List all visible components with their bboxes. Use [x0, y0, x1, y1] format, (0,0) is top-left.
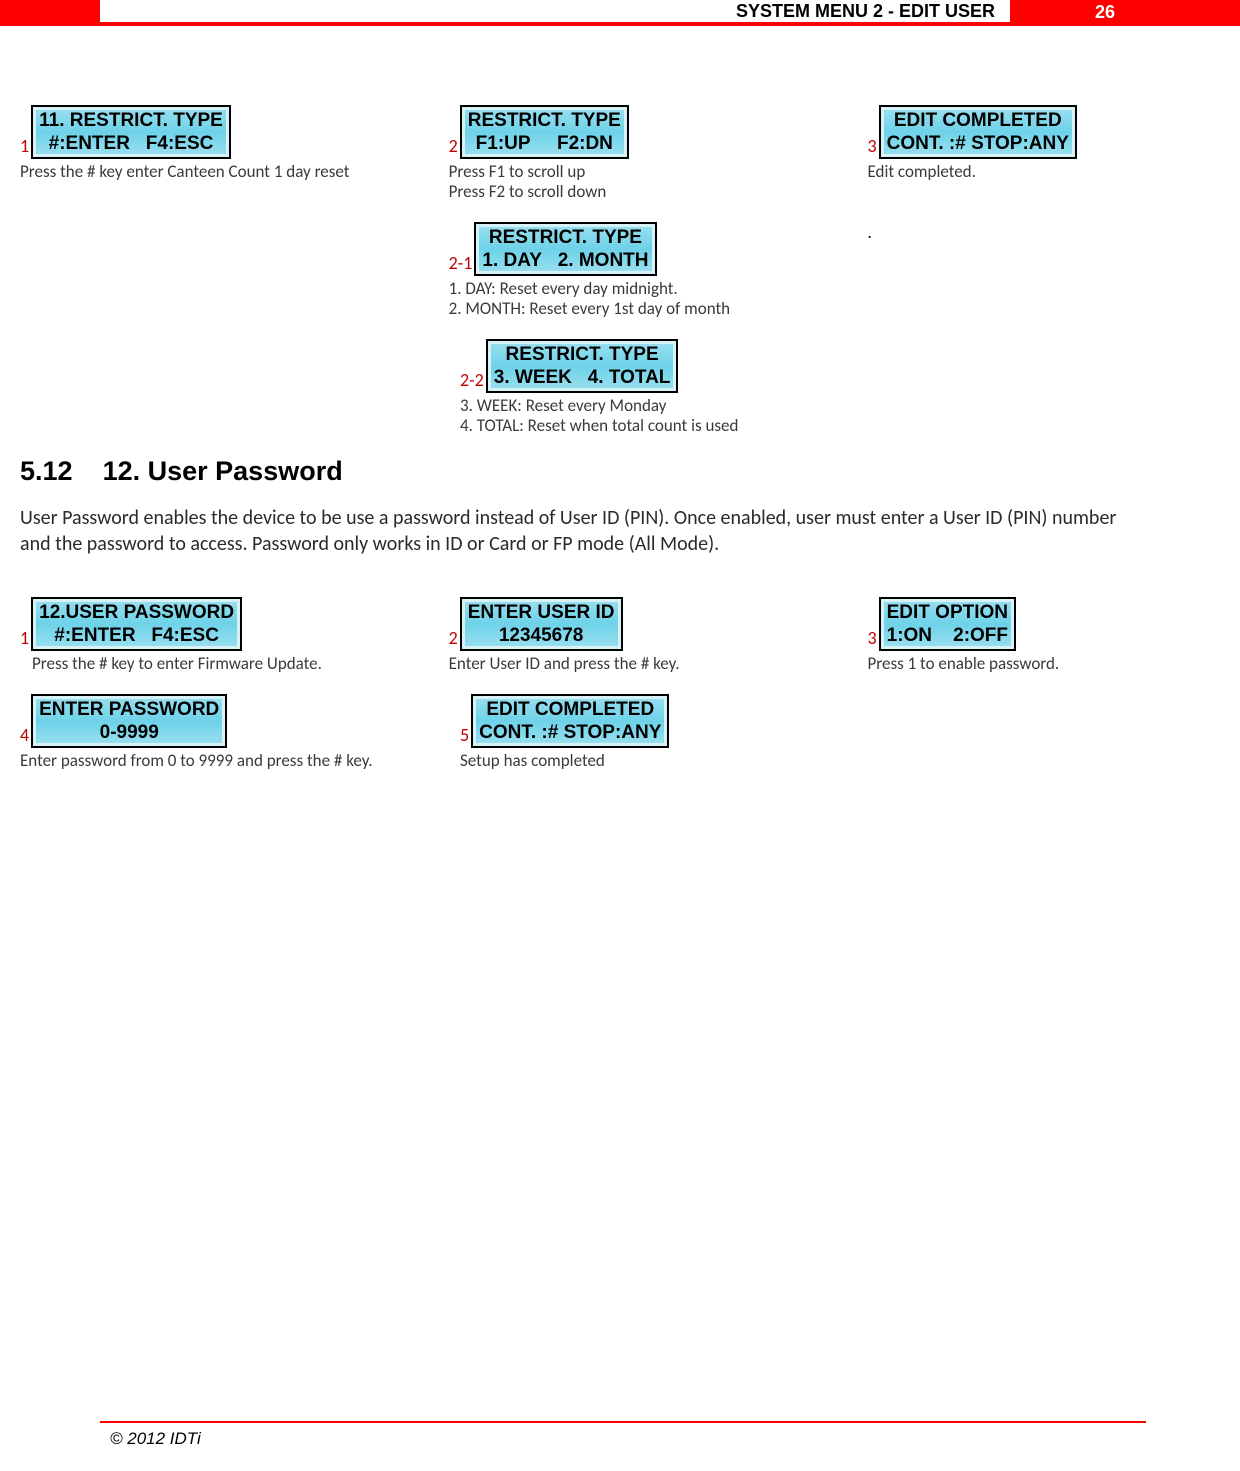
lcd-line: #:ENTER F4:ESC [39, 624, 234, 647]
caption: Enter User ID and press the # key. [449, 654, 868, 674]
caption-line: 4. TOTAL: Reset when total count is used [460, 415, 738, 436]
lcd-line: EDIT OPTION [887, 601, 1008, 624]
caption-line: Press F2 to scroll down [449, 181, 607, 202]
caption: Press 1 to enable password. [868, 654, 1151, 674]
lcd-line: ENTER USER ID [468, 601, 615, 624]
footer-copyright: © 2012 IDTi [110, 1429, 201, 1449]
page-number: 26 [1070, 0, 1140, 24]
lcd-wrap: 2 ENTER USER ID 12345678 [449, 597, 868, 651]
caption: Setup has completed [460, 751, 890, 771]
caption-line: Press F1 to scroll up [449, 161, 586, 182]
s2r2c2: 5 EDIT COMPLETED CONT. :# STOP:ANY Setup… [460, 694, 890, 771]
lcd-line: EDIT COMPLETED [479, 698, 661, 721]
step-num-2: 2 [449, 135, 460, 159]
lcd-restrict-type-scroll: RESTRICT. TYPE F1:UP F2:DN [460, 105, 629, 159]
lcd-enter-password: ENTER PASSWORD 0-9999 [31, 694, 227, 748]
content-area: 1 11. RESTRICT. TYPE #:ENTER F4:ESC Pres… [20, 105, 1150, 791]
header-white-block: SYSTEM MENU 2 - EDIT USER [100, 0, 1010, 24]
step-num-2-1: 2-1 [449, 252, 475, 276]
caption: Edit completed. [868, 162, 1151, 182]
lcd-wrap: 3 EDIT OPTION 1:ON 2:OFF [868, 597, 1151, 651]
section2-row2: 4 ENTER PASSWORD 0-9999 Enter password f… [20, 694, 1150, 771]
s2r1c3: 3 EDIT OPTION 1:ON 2:OFF Press 1 to enab… [868, 597, 1151, 674]
s2r1c1: 1 12.USER PASSWORD #:ENTER F4:ESC Press … [20, 597, 449, 674]
step-num-1b: 1 [20, 627, 31, 651]
caption-line: 1. DAY: Reset every day midnight. [449, 278, 678, 299]
step-num-3: 3 [868, 135, 879, 159]
s1r1c3: 3 EDIT COMPLETED CONT. :# STOP:ANY Edit … [868, 105, 1151, 182]
caption: Press F1 to scroll up Press F2 to scroll… [449, 162, 868, 202]
lcd-wrap: 1 11. RESTRICT. TYPE #:ENTER F4:ESC [20, 105, 449, 159]
lcd-line: F1:UP F2:DN [468, 132, 621, 155]
lcd-line: CONT. :# STOP:ANY [479, 721, 661, 744]
lcd-wrap: 4 ENTER PASSWORD 0-9999 [20, 694, 460, 748]
lcd-line: RESTRICT. TYPE [494, 343, 671, 366]
lcd-line: 1. DAY 2. MONTH [482, 249, 648, 272]
lcd-wrap: 3 EDIT COMPLETED CONT. :# STOP:ANY [868, 105, 1151, 159]
heading-number: 5.12 [20, 456, 73, 486]
lcd-wrap: 2-1 RESTRICT. TYPE 1. DAY 2. MONTH [449, 222, 868, 276]
lcd-line: 3. WEEK 4. TOTAL [494, 366, 671, 389]
s1r2c3: . [868, 222, 1151, 243]
lcd-line: RESTRICT. TYPE [468, 109, 621, 132]
stray-dot: . [868, 222, 1151, 243]
caption: 1. DAY: Reset every day midnight. 2. MON… [449, 279, 868, 319]
caption: Press the # key enter Canteen Count 1 da… [20, 162, 449, 182]
section-heading: 5.12 12. User Password [20, 456, 1150, 487]
s2r1c2: 2 ENTER USER ID 12345678 Enter User ID a… [449, 597, 868, 674]
section1-row1: 1 11. RESTRICT. TYPE #:ENTER F4:ESC Pres… [20, 105, 1150, 202]
lcd-line: 12345678 [468, 624, 615, 647]
page-title: SYSTEM MENU 2 - EDIT USER [736, 1, 1010, 22]
step-num-3b: 3 [868, 627, 879, 651]
footer-rule [100, 1421, 1146, 1423]
lcd-user-password-menu: 12.USER PASSWORD #:ENTER F4:ESC [31, 597, 242, 651]
step-num-2-2: 2-2 [460, 369, 486, 393]
caption: 3. WEEK: Reset every Monday 4. TOTAL: Re… [460, 396, 890, 436]
caption-line: 3. WEEK: Reset every Monday [460, 395, 666, 416]
lcd-edit-completed: EDIT COMPLETED CONT. :# STOP:ANY [879, 105, 1077, 159]
s1r1c1: 1 11. RESTRICT. TYPE #:ENTER F4:ESC Pres… [20, 105, 449, 182]
section1-row3: 2-2 RESTRICT. TYPE 3. WEEK 4. TOTAL 3. W… [20, 339, 1150, 436]
s1r2c2: 2-1 RESTRICT. TYPE 1. DAY 2. MONTH 1. DA… [449, 222, 868, 319]
lcd-line: ENTER PASSWORD [39, 698, 219, 721]
lcd-edit-option: EDIT OPTION 1:ON 2:OFF [879, 597, 1016, 651]
step-num-5: 5 [460, 724, 471, 748]
lcd-wrap: 2 RESTRICT. TYPE F1:UP F2:DN [449, 105, 868, 159]
lcd-restrict-day-month: RESTRICT. TYPE 1. DAY 2. MONTH [474, 222, 656, 276]
lcd-restrict-week-total: RESTRICT. TYPE 3. WEEK 4. TOTAL [486, 339, 679, 393]
lcd-enter-user-id: ENTER USER ID 12345678 [460, 597, 623, 651]
lcd-line: EDIT COMPLETED [887, 109, 1069, 132]
lcd-line: 0-9999 [39, 721, 219, 744]
step-num-4: 4 [20, 724, 31, 748]
lcd-wrap: 2-2 RESTRICT. TYPE 3. WEEK 4. TOTAL [460, 339, 890, 393]
lcd-line: 11. RESTRICT. TYPE [39, 109, 223, 132]
intro-paragraph: User Password enables the device to be u… [20, 505, 1150, 557]
step-num-2b: 2 [449, 627, 460, 651]
s1r3c2: 2-2 RESTRICT. TYPE 3. WEEK 4. TOTAL 3. W… [460, 339, 890, 436]
caption: Press the # key to enter Firmware Update… [20, 654, 449, 674]
caption-line: 2. MONTH: Reset every 1st day of month [449, 298, 730, 319]
s1r1c2: 2 RESTRICT. TYPE F1:UP F2:DN Press F1 to… [449, 105, 868, 202]
lcd-line: RESTRICT. TYPE [482, 226, 648, 249]
lcd-line: CONT. :# STOP:ANY [887, 132, 1069, 155]
section2-row1: 1 12.USER PASSWORD #:ENTER F4:ESC Press … [20, 597, 1150, 674]
lcd-wrap: 1 12.USER PASSWORD #:ENTER F4:ESC [20, 597, 449, 651]
s2r2c1: 4 ENTER PASSWORD 0-9999 Enter password f… [20, 694, 460, 771]
lcd-restrict-type-menu: 11. RESTRICT. TYPE #:ENTER F4:ESC [31, 105, 231, 159]
caption: Enter password from 0 to 9999 and press … [20, 751, 420, 771]
heading-title: 12. User Password [103, 456, 343, 486]
step-num-1: 1 [20, 135, 31, 159]
section1-row2: 2-1 RESTRICT. TYPE 1. DAY 2. MONTH 1. DA… [20, 222, 1150, 319]
lcd-edit-completed-2: EDIT COMPLETED CONT. :# STOP:ANY [471, 694, 669, 748]
lcd-line: 1:ON 2:OFF [887, 624, 1008, 647]
lcd-wrap: 5 EDIT COMPLETED CONT. :# STOP:ANY [460, 694, 890, 748]
lcd-line: 12.USER PASSWORD [39, 601, 234, 624]
lcd-line: #:ENTER F4:ESC [39, 132, 223, 155]
